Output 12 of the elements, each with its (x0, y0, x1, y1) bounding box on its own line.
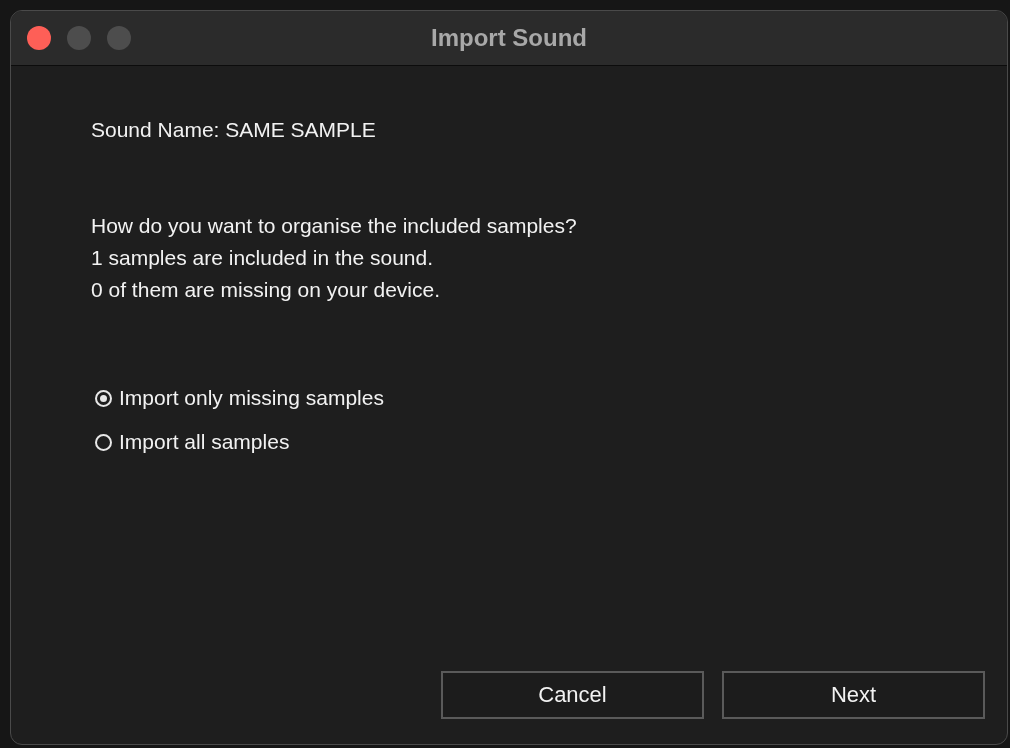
message-line: 1 samples are included in the sound. (91, 245, 435, 271)
cancel-button[interactable]: Cancel (441, 671, 704, 719)
sound-name-label: Sound Name: SAME SAMPLE (91, 117, 377, 143)
radio-label[interactable]: Import all samples (119, 426, 290, 458)
window-title: Import Sound (431, 24, 587, 52)
radio-button[interactable] (95, 433, 112, 451)
message-line: 0 of them are missing on your device. (91, 277, 441, 303)
message-line: How do you want to organise the included samples? (91, 213, 578, 239)
close-button[interactable] (27, 26, 51, 50)
radio-label[interactable]: Import only missing samples (119, 382, 384, 414)
next-button[interactable]: Next (722, 671, 985, 719)
radio-button[interactable] (95, 389, 112, 407)
